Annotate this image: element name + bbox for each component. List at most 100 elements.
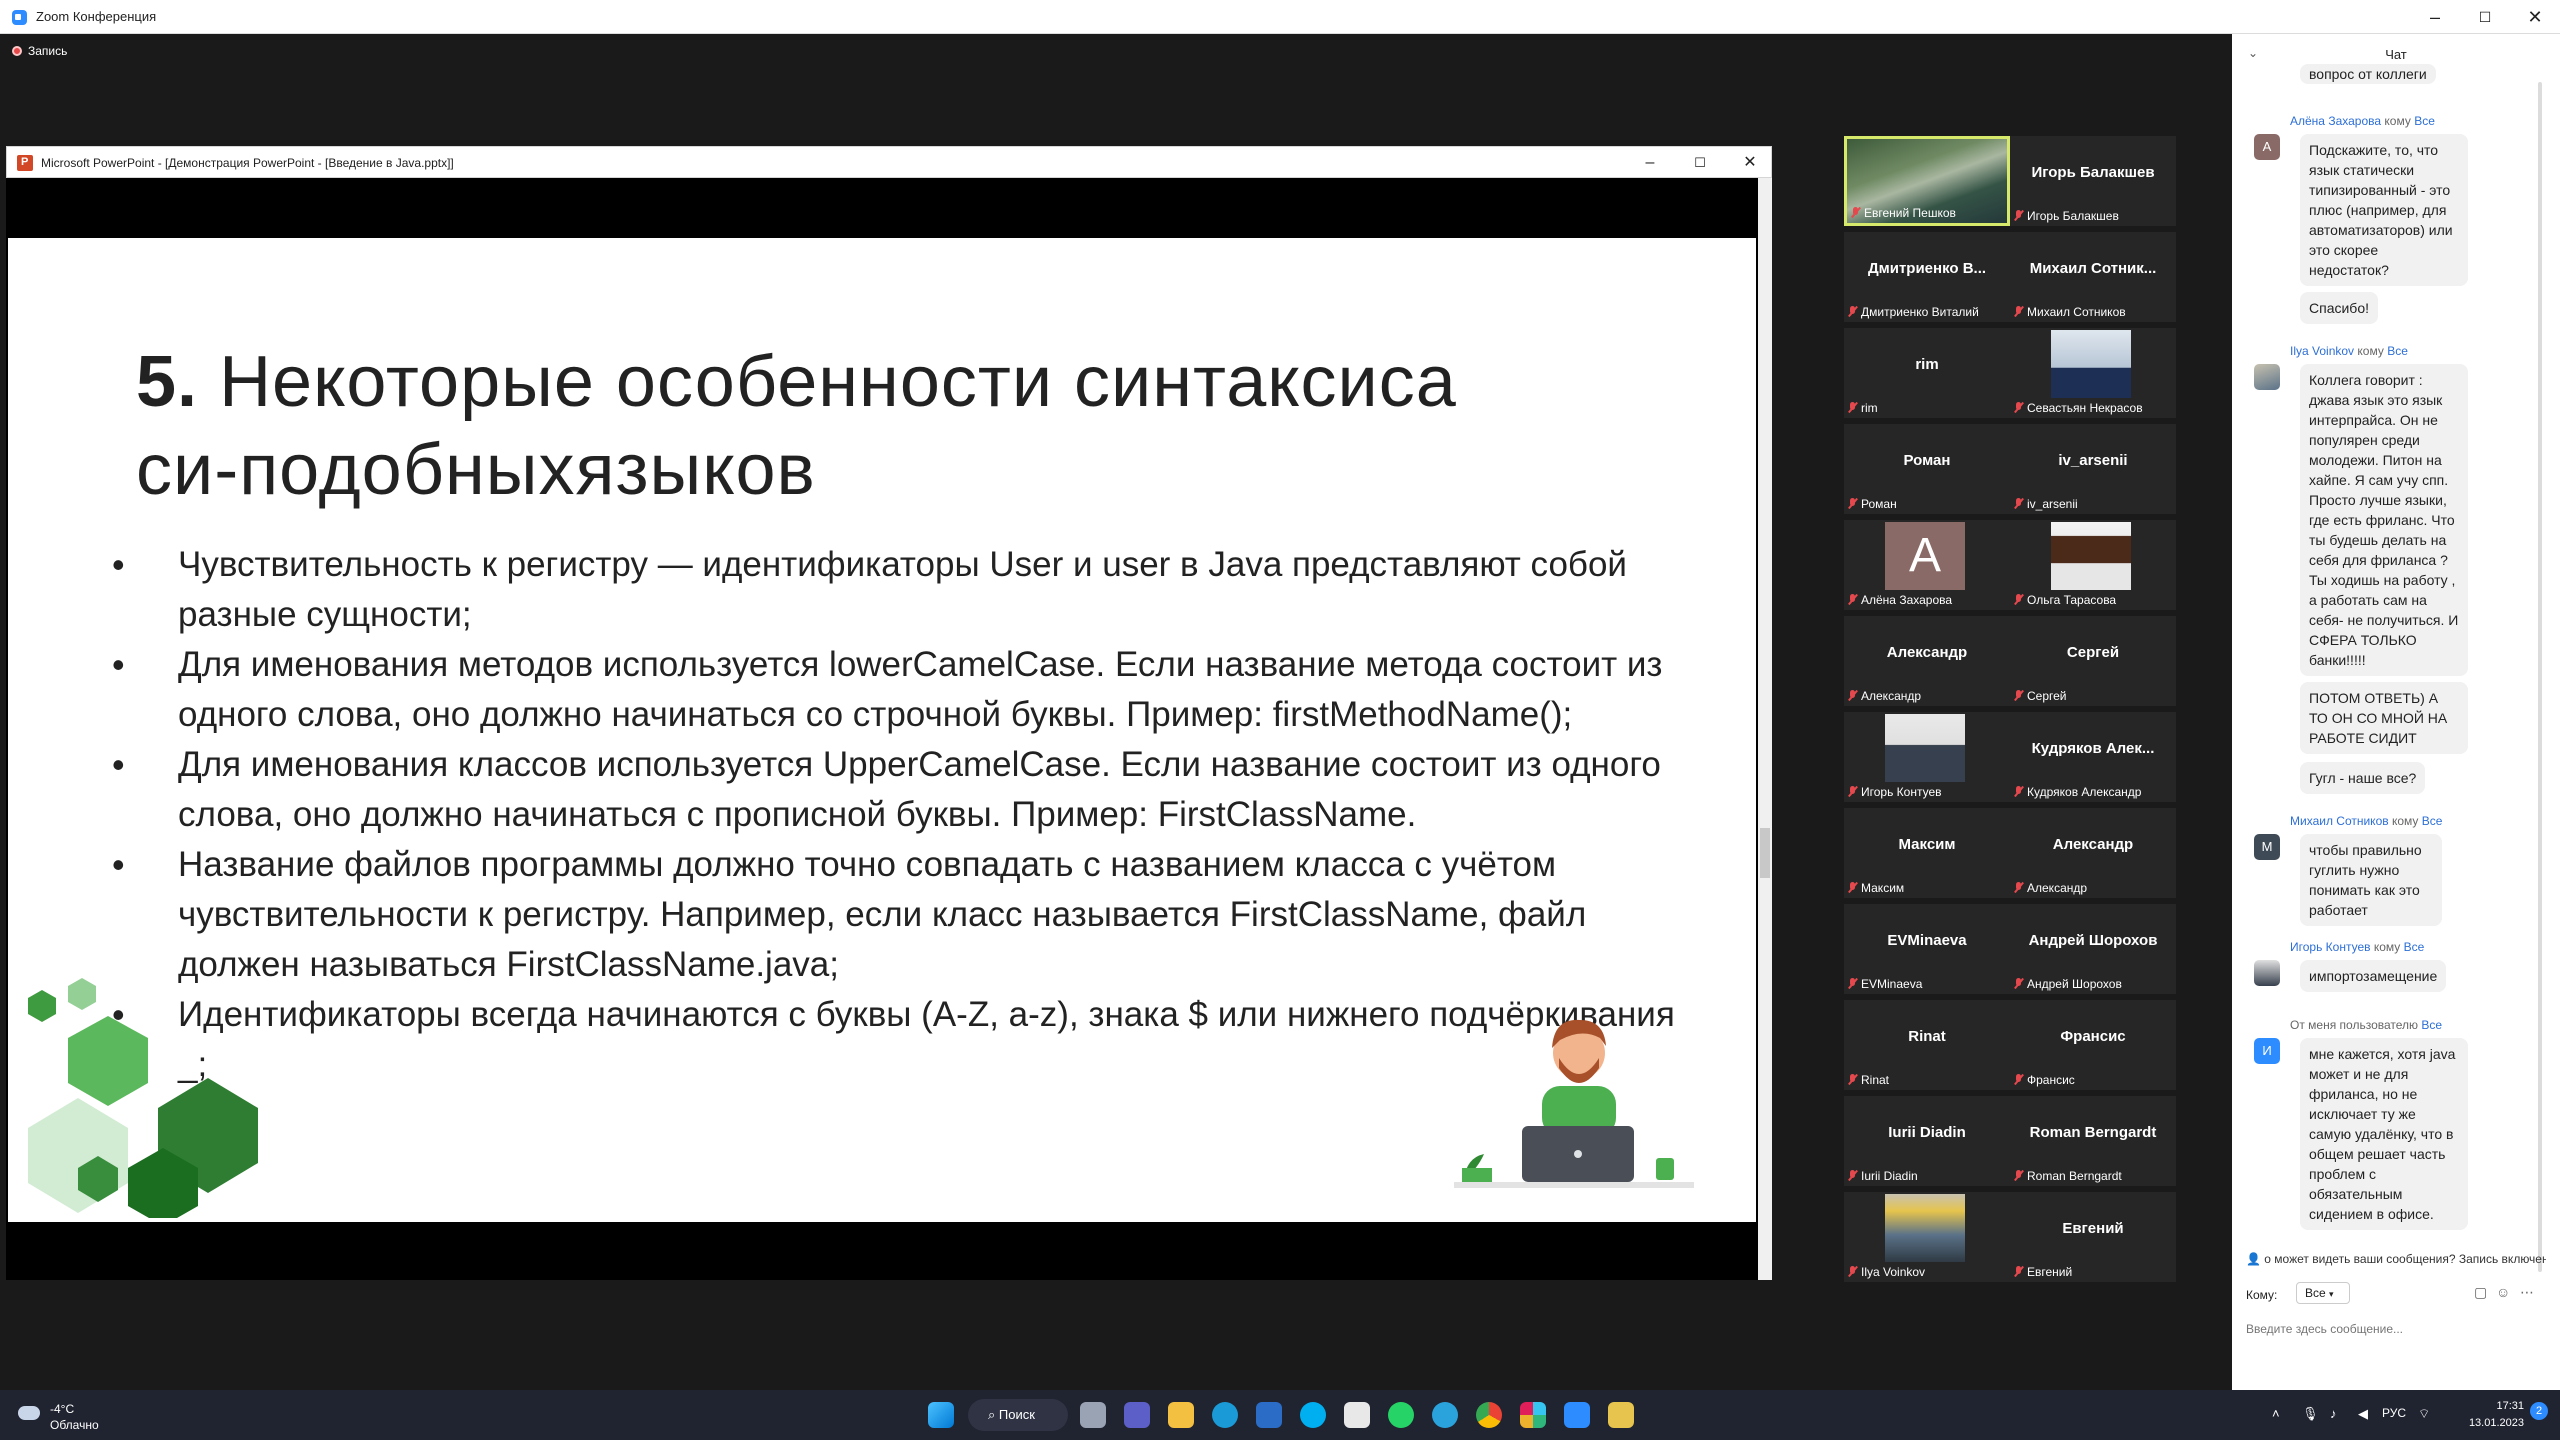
mic-muted-icon — [1851, 207, 1860, 218]
chat-sender-name[interactable]: Игорь Контуев — [2290, 940, 2371, 954]
record-icon — [12, 46, 22, 56]
participant-label: Алёна Захарова — [1848, 593, 1952, 607]
participant-tile[interactable]: rim rim — [1844, 328, 2010, 418]
participant-label: Евгений — [2014, 1265, 2072, 1279]
clock[interactable]: 17:31 13.01.2023 — [2454, 1398, 2524, 1432]
chat-sender-name[interactable]: Алёна Захарова — [2290, 114, 2381, 128]
mic-muted-icon — [2014, 690, 2023, 701]
participant-tile[interactable]: Евгений Пешков — [1844, 136, 2010, 226]
slack-icon[interactable] — [1520, 1402, 1546, 1428]
chat-sender-name[interactable]: Ilya Voinkov — [2290, 344, 2354, 358]
participant-label: Roman Berngardt — [2014, 1169, 2122, 1183]
store-icon[interactable] — [1256, 1402, 1282, 1428]
skype-icon[interactable] — [1300, 1402, 1326, 1428]
whatsapp-icon[interactable] — [1388, 1402, 1414, 1428]
chat-sender-name[interactable]: Михаил Сотников — [2290, 814, 2389, 828]
participant-tile[interactable]: Севастьян Некрасов — [2010, 328, 2176, 418]
ppt-scrollbar[interactable] — [1758, 178, 1772, 1280]
participant-label: Роман — [1848, 497, 1897, 511]
mic-muted-icon — [1848, 498, 1857, 509]
speaker-icon[interactable]: ◀ — [2358, 1406, 2368, 1422]
chat-app-icon[interactable] — [1124, 1402, 1150, 1428]
participant-tile[interactable]: Дмитриенко В... Дмитриенко Виталий — [1844, 232, 2010, 322]
participant-label-text: Сергей — [2027, 689, 2067, 703]
chevron-up-icon[interactable]: ˄ — [2272, 1406, 2280, 1421]
participant-display-name: Михаил Сотник... — [2029, 260, 2157, 277]
app-icon[interactable] — [1344, 1402, 1370, 1428]
ppt-maximize-button[interactable]: ☐ — [1675, 147, 1725, 179]
chat-to-word: кому — [2384, 114, 2411, 128]
hexagon-decoration — [28, 978, 258, 1218]
participant-display-name: Александр — [1886, 644, 1968, 661]
chat-privacy-notice[interactable]: 👤 о может видеть ваши сообщения? Запись … — [2246, 1252, 2546, 1266]
participant-tile[interactable]: Ilya Voinkov — [1844, 1192, 2010, 1282]
participant-tile[interactable]: Максим Максим — [1844, 808, 2010, 898]
ppt-scroll-thumb[interactable] — [1760, 828, 1770, 878]
participant-label: Франсис — [2014, 1073, 2075, 1087]
participant-tile[interactable]: Михаил Сотник... Михаил Сотников — [2010, 232, 2176, 322]
more-icon[interactable]: ⋯ — [2520, 1284, 2534, 1301]
close-button[interactable]: ✕ — [2510, 0, 2560, 34]
mic-muted-icon — [2014, 1074, 2023, 1085]
participant-tile[interactable]: Евгений Евгений — [2010, 1192, 2176, 1282]
participant-tile[interactable]: A Алёна Захарова — [1844, 520, 2010, 610]
recording-indicator[interactable]: Запись — [12, 44, 67, 58]
chrome-icon[interactable] — [1476, 1402, 1502, 1428]
taskbar-search[interactable]: ⌕ Поиск — [968, 1399, 1068, 1431]
wifi-icon[interactable]: ⌔ — [2418, 1406, 2430, 1422]
ppt-close-button[interactable]: ✕ — [1725, 147, 1775, 179]
minimize-button[interactable]: – — [2410, 0, 2460, 34]
telegram-icon[interactable] — [1432, 1402, 1458, 1428]
chat-message-input[interactable] — [2246, 1322, 2546, 1336]
participant-tile[interactable]: Александр Александр — [2010, 808, 2176, 898]
chat-message: Спасибо! — [2300, 292, 2378, 324]
emoji-icon[interactable]: ☺ — [2496, 1284, 2510, 1300]
file-icon[interactable]: ▢ — [2474, 1284, 2487, 1301]
participant-tile[interactable]: Андрей Шорохов Андрей Шорохов — [2010, 904, 2176, 994]
mic-muted-icon — [2014, 306, 2023, 317]
language-indicator[interactable]: РУС — [2382, 1406, 2406, 1420]
notification-badge[interactable]: 2 — [2530, 1402, 2548, 1420]
volume-icon[interactable]: ♪ — [2330, 1406, 2337, 1421]
participant-tile[interactable]: Александр Александр — [1844, 616, 2010, 706]
participant-tile[interactable]: Ольга Тарасова — [2010, 520, 2176, 610]
chat-message: импортозамещение — [2300, 960, 2447, 992]
start-icon[interactable] — [928, 1402, 954, 1428]
task-view-icon[interactable] — [1080, 1402, 1106, 1428]
ppt-minimize-button[interactable]: – — [1625, 147, 1675, 179]
maximize-button[interactable]: ☐ — [2460, 0, 2510, 34]
file-explorer-icon[interactable] — [1168, 1402, 1194, 1428]
participant-tile[interactable]: Rinat Rinat — [1844, 1000, 2010, 1090]
participant-tile[interactable]: Франсис Франсис — [2010, 1000, 2176, 1090]
slide-bullet: Для именования классов используется Uppe… — [112, 740, 1692, 840]
participant-display-name: Roman Berngardt — [2029, 1124, 2157, 1141]
mic-muted-icon — [2014, 978, 2023, 989]
participant-label: Rinat — [1848, 1073, 1889, 1087]
notepad-icon[interactable] — [1608, 1402, 1634, 1428]
participant-tile[interactable]: Iurii Diadin Iurii Diadin — [1844, 1096, 2010, 1186]
participant-tile[interactable]: Кудряков Алек... Кудряков Александр — [2010, 712, 2176, 802]
participant-tile[interactable]: Роман Роман — [1844, 424, 2010, 514]
participant-tile[interactable]: Roman Berngardt Roman Berngardt — [2010, 1096, 2176, 1186]
participant-tile[interactable]: Игорь Балакшев Игорь Балакшев — [2010, 136, 2176, 226]
chat-scrollbar[interactable] — [2538, 82, 2542, 1272]
participant-video — [1885, 714, 1965, 782]
chat-message: Гугл - наше все? — [2300, 762, 2426, 794]
mic-muted-icon — [1848, 306, 1857, 317]
participant-label-text: EVMinaeva — [1861, 977, 1923, 991]
slide-title: 5. Некоторые особенности синтаксиса си-п… — [136, 338, 1696, 514]
recipient-select[interactable]: Все ▾ — [2296, 1282, 2350, 1304]
participant-label-text: iv_arsenii — [2027, 497, 2078, 511]
participant-label: Дмитриенко Виталий — [1848, 305, 1979, 319]
participant-tile[interactable]: Сергей Сергей — [2010, 616, 2176, 706]
participant-display-name: Андрей Шорохов — [2028, 932, 2158, 949]
participant-label-text: Севастьян Некрасов — [2027, 401, 2143, 415]
edge-icon[interactable] — [1212, 1402, 1238, 1428]
participant-tile[interactable]: EVMinaeva EVMinaeva — [1844, 904, 2010, 994]
chevron-down-icon: ▾ — [2329, 1289, 2334, 1299]
zoom-taskbar-icon[interactable] — [1564, 1402, 1590, 1428]
microphone-icon[interactable]: 🎙 — [2302, 1406, 2319, 1422]
participant-tile[interactable]: iv_arsenii iv_arsenii — [2010, 424, 2176, 514]
participant-label-text: Ilya Voinkov — [1861, 1265, 1926, 1279]
participant-tile[interactable]: Игорь Контуев — [1844, 712, 2010, 802]
